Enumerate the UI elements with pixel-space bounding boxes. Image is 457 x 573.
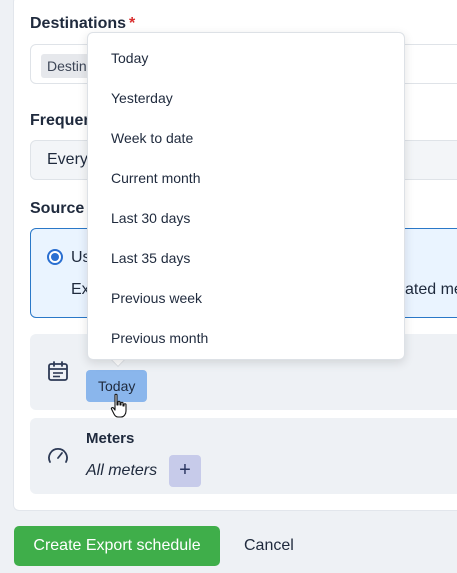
- dropdown-item-today[interactable]: Today: [111, 50, 148, 66]
- required-mark: *: [129, 15, 136, 32]
- meters-title: Meters: [86, 430, 135, 447]
- meters-value: All meters: [86, 462, 158, 479]
- source-option-description-end: ated me: [405, 281, 457, 298]
- frequency-label: Frequen: [30, 112, 94, 129]
- dropdown-item-previous-week[interactable]: Previous week: [111, 290, 202, 306]
- gauge-icon: [48, 448, 68, 463]
- dropdown-item-week-to-date[interactable]: Week to date: [111, 130, 193, 146]
- cancel-button[interactable]: Cancel: [244, 537, 294, 555]
- dropdown-item-last-30-days[interactable]: Last 30 days: [111, 210, 190, 226]
- dropdown-item-yesterday[interactable]: Yesterday: [111, 90, 173, 106]
- source-label: Source: [30, 200, 85, 217]
- meters-card: Meters All meters +: [30, 418, 457, 494]
- add-meter-button[interactable]: +: [169, 455, 201, 487]
- destinations-label-text: Destinations: [30, 15, 127, 32]
- dropdown-item-last-35-days[interactable]: Last 35 days: [111, 250, 190, 266]
- destination-chip[interactable]: Destin: [41, 54, 93, 78]
- hand-pointer-icon: [110, 393, 127, 418]
- date-range-dropdown: Today Yesterday Week to date Current mon…: [87, 32, 405, 360]
- create-export-schedule-button[interactable]: Create Export schedule: [14, 526, 220, 566]
- dropdown-item-current-month[interactable]: Current month: [111, 170, 200, 186]
- calendar-icon: [48, 361, 68, 381]
- source-radio[interactable]: [47, 249, 63, 265]
- destinations-label: Destinations *: [30, 15, 135, 33]
- frequency-value: Every: [47, 151, 88, 168]
- dropdown-item-previous-month[interactable]: Previous month: [111, 330, 208, 346]
